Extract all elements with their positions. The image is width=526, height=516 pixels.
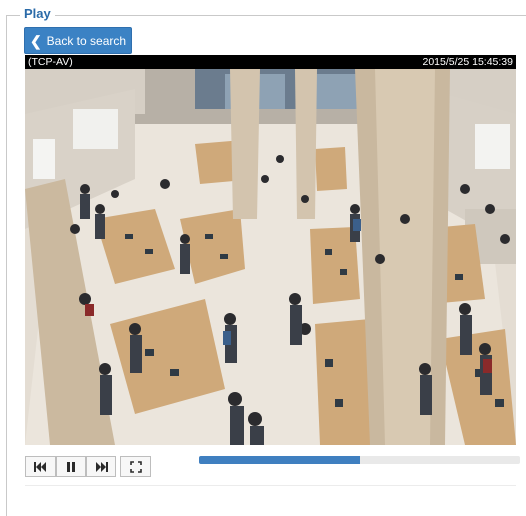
video-timestamp: 2015/5/25 15:45:39 xyxy=(422,56,513,68)
video-frame xyxy=(25,69,516,445)
divider xyxy=(25,485,516,486)
fullscreen-icon xyxy=(129,460,142,473)
skip-previous-icon xyxy=(34,461,46,472)
playback-progress-bar[interactable] xyxy=(199,456,520,464)
playback-progress-fill xyxy=(199,456,360,464)
skip-previous-button[interactable] xyxy=(25,456,56,477)
fullscreen-button[interactable] xyxy=(120,456,151,477)
video-overlay-bar: (TCP-AV) 2015/5/25 15:45:39 xyxy=(25,55,516,69)
back-button-label: Back to search xyxy=(46,33,127,48)
skip-next-icon xyxy=(95,461,108,472)
video-source-label: (TCP-AV) xyxy=(28,56,73,68)
pause-icon xyxy=(67,461,75,472)
panel-title: Play xyxy=(20,6,55,21)
chevron-left-icon: ❮ xyxy=(29,32,42,49)
pause-button[interactable] xyxy=(56,456,86,477)
back-to-search-button[interactable]: ❮ Back to search xyxy=(24,27,132,54)
video-player[interactable]: (TCP-AV) 2015/5/25 15:45:39 xyxy=(25,55,516,445)
skip-next-button[interactable] xyxy=(86,456,116,477)
